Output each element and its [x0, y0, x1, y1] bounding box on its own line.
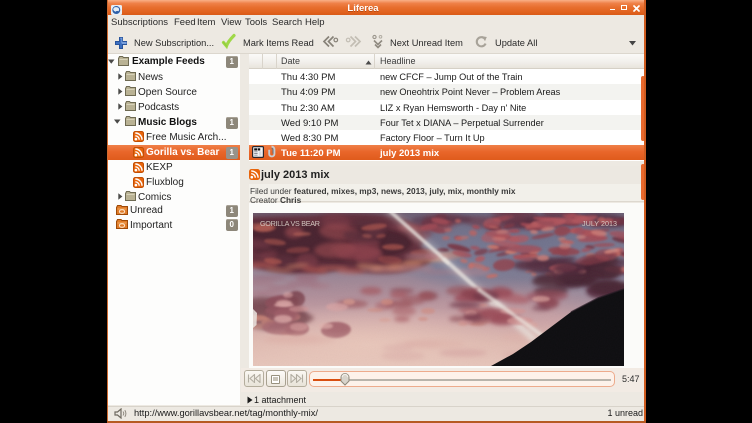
svg-text:GORILLA VS BEAR: GORILLA VS BEAR	[260, 219, 320, 228]
svg-text:JULY 2013: JULY 2013	[582, 219, 617, 228]
